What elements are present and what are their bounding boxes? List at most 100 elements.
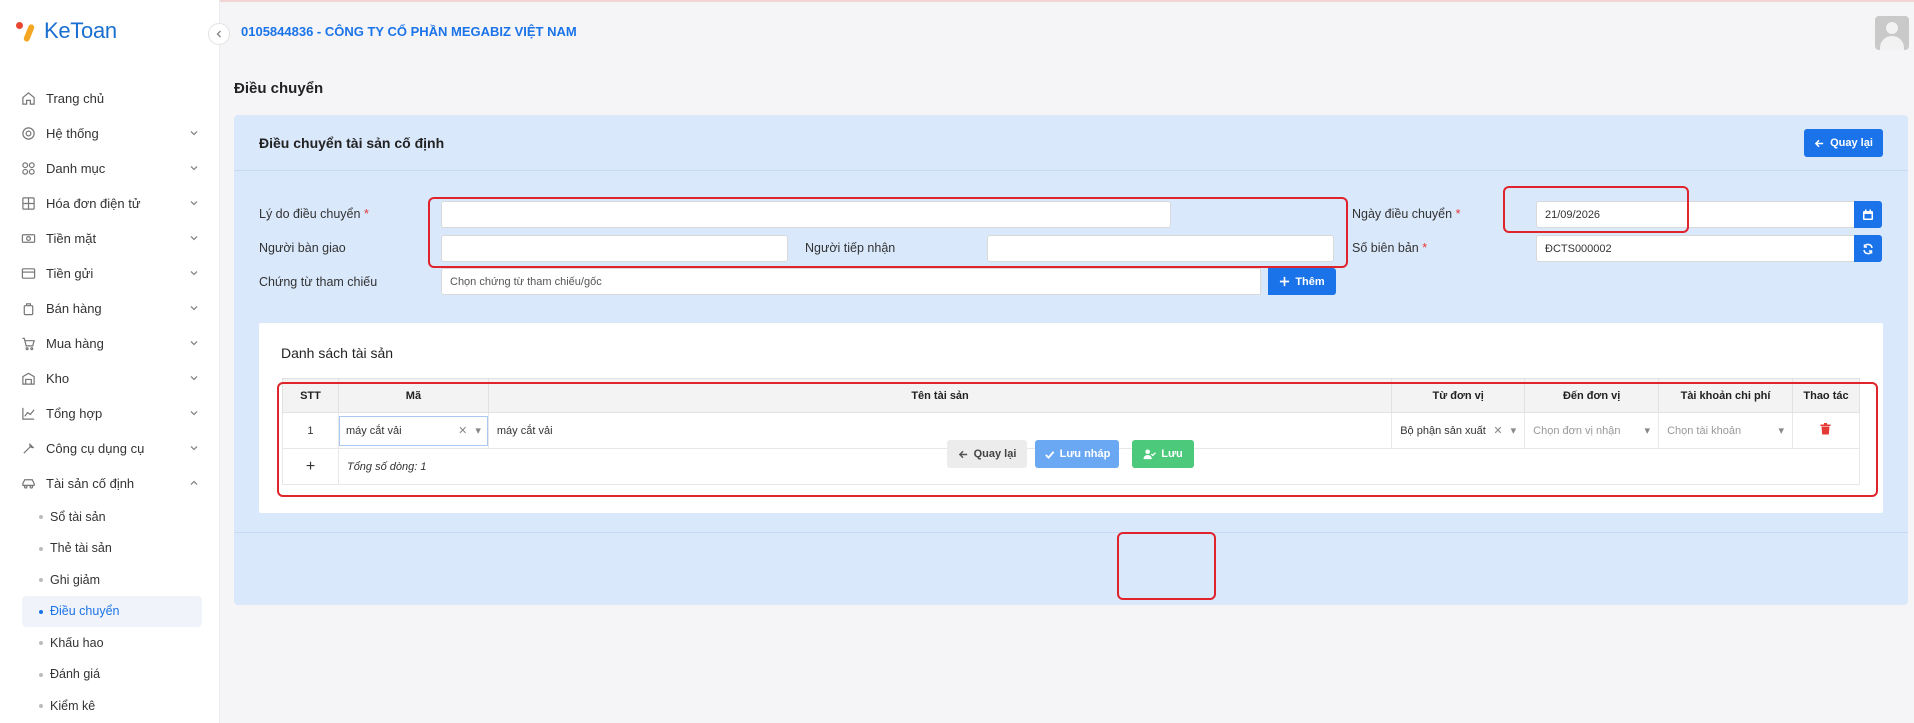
chevron-down-icon [190, 271, 198, 276]
sidebar-item-tools[interactable]: Công cụ dụng cụ [20, 431, 200, 466]
sidebar-item-purchase[interactable]: Mua hàng [20, 326, 200, 361]
to-unit-select[interactable]: Chọn đơn vị nhận ▾ [1524, 412, 1660, 449]
clear-icon[interactable]: ✕ [458, 424, 467, 437]
handover-input[interactable] [441, 235, 788, 262]
collapse-sidebar-button[interactable] [208, 23, 230, 45]
expense-account-select[interactable]: Chọn tài khoản ▾ [1658, 412, 1793, 449]
invoice-icon [20, 196, 36, 212]
asset-name-cell[interactable]: máy cắt vải [487, 412, 1393, 449]
column-header-asset-name: Tên tài sản [487, 378, 1393, 413]
required-mark: * [363, 207, 369, 221]
column-header-to-unit: Đến đơn vị [1524, 378, 1660, 413]
back-button-top[interactable]: Quay lại [1804, 129, 1883, 157]
required-mark: * [1455, 207, 1461, 221]
sidebar-item-label: Tiền gửi [46, 266, 94, 281]
sidebar-item-cash[interactable]: Tiền mặt [20, 221, 200, 256]
sidebar-item-deposit[interactable]: Tiền gửi [20, 256, 200, 291]
caret-down-icon: ▾ [1510, 425, 1517, 437]
chevron-down-icon [190, 131, 198, 136]
sidebar-item-warehouse[interactable]: Kho [20, 361, 200, 396]
chevron-down-icon [190, 201, 198, 206]
caret-down-icon: ▾ [1644, 425, 1651, 437]
add-reference-button[interactable]: Thêm [1268, 268, 1336, 295]
chevron-up-icon [190, 480, 198, 485]
chevron-down-icon [190, 166, 198, 171]
chevron-down-icon [190, 341, 198, 346]
receiver-label: Người tiếp nhận [805, 241, 896, 255]
save-draft-button[interactable]: Lưu nháp [1035, 440, 1119, 468]
footer-divider [234, 532, 1908, 533]
from-unit-select[interactable]: Bộ phận sản xuất ✕ ▾ [1391, 412, 1526, 449]
sidebar-item-system[interactable]: Hệ thống [20, 116, 200, 151]
reference-select[interactable]: Chọn chứng từ tham chiếu/gốc [441, 268, 1261, 295]
table-header-row: STT Mã Tên tài sản Từ đơn vị Đến đơn vị … [282, 378, 1861, 413]
code-select-value: máy cắt vải [345, 424, 402, 437]
caret-down-icon: ▾ [1778, 425, 1784, 437]
sidebar-item-label: Hệ thống [46, 126, 99, 141]
form-title: Điều chuyển tài sản cố định [259, 135, 445, 151]
submenu-asset-card[interactable]: Thẻ tài sản [36, 533, 200, 565]
sidebar-item-fixed-assets[interactable]: Tài sản cố định [20, 466, 200, 501]
cart-icon [20, 336, 36, 352]
sidebar-item-summary[interactable]: Tổng hợp [20, 396, 200, 431]
user-avatar[interactable] [1875, 16, 1909, 50]
submenu-depreciation[interactable]: Khấu hao [36, 627, 200, 659]
user-check-icon [1143, 448, 1157, 459]
bank-card-icon [20, 266, 36, 282]
company-name[interactable]: 0105844836 - CÔNG TY CỔ PHẦN MEGABIZ VIỆ… [241, 24, 577, 39]
delete-row-button[interactable] [1791, 412, 1861, 449]
fixed-assets-submenu: Sổ tài sản Thẻ tài sản Ghi giảm Điều chu… [20, 501, 202, 722]
sidebar-item-label: Hóa đơn điện tử [46, 196, 141, 211]
column-header-stt: STT [282, 378, 339, 413]
sidebar-item-sales[interactable]: Bán hàng [20, 291, 200, 326]
asset-table: STT Mã Tên tài sản Từ đơn vị Đến đơn vị … [282, 378, 1861, 485]
back-button-label: Quay lại [973, 448, 1017, 460]
cash-icon [20, 231, 36, 247]
sidebar-item-home[interactable]: Trang chủ [20, 81, 200, 116]
sidebar-item-label: Tài sản cố định [46, 476, 135, 491]
back-button[interactable]: Quay lại [947, 440, 1027, 468]
logo[interactable]: KeToan [16, 18, 117, 44]
save-button-label: Lưu [1161, 448, 1183, 460]
chevron-down-icon [190, 446, 198, 451]
clear-icon[interactable]: ✕ [1493, 424, 1502, 437]
reason-input[interactable] [441, 201, 1171, 228]
submenu-asset-ledger[interactable]: Sổ tài sản [36, 501, 200, 533]
save-button[interactable]: Lưu [1132, 440, 1194, 468]
submenu-inventory-check[interactable]: Kiểm kê [36, 690, 200, 722]
back-button-label: Quay lại [1830, 137, 1873, 149]
sidebar-item-einvoice[interactable]: Hóa đơn điện tử [20, 186, 200, 221]
sidebar-item-catalog[interactable]: Danh mục [20, 151, 200, 186]
chevron-down-icon [190, 236, 198, 241]
add-reference-label: Thêm [1295, 275, 1325, 288]
add-row-button[interactable]: + [282, 448, 339, 485]
sidebar-item-label: Bán hàng [46, 301, 102, 316]
sidebar-item-label: Công cụ dụng cụ [46, 441, 145, 456]
submenu-write-down[interactable]: Ghi giảm [36, 564, 200, 596]
sidebar-item-label: Tổng hợp [46, 406, 103, 421]
asset-list-card: Danh sách tài sản STT Mã Tên tài sản Từ … [259, 323, 1883, 513]
handover-label: Người bàn giao [259, 241, 346, 255]
submenu-transfer[interactable]: Điều chuyển [22, 595, 202, 627]
required-mark: * [1422, 241, 1428, 255]
record-number-label: Số biên bản * [1352, 241, 1427, 255]
caret-down-icon: ▾ [475, 425, 481, 437]
submenu-revaluation[interactable]: Đánh giá [36, 659, 200, 691]
date-label-text: Ngày điều chuyển [1352, 207, 1453, 221]
receiver-input[interactable] [987, 235, 1334, 262]
trash-icon [1820, 423, 1831, 435]
top-accent-line [0, 0, 1914, 2]
record-number-input[interactable]: ĐCTS000002 [1536, 235, 1856, 262]
calendar-icon [1863, 209, 1873, 220]
regenerate-number-button[interactable] [1854, 235, 1882, 262]
sidebar-item-label: Trang chủ [46, 91, 105, 106]
calendar-button[interactable] [1854, 201, 1882, 228]
sidebar-item-label: Kho [46, 371, 70, 386]
code-select[interactable]: máy cắt vải ✕ ▾ [338, 415, 488, 446]
refresh-icon [1863, 243, 1873, 254]
brand-name: KeToan [44, 18, 117, 43]
plus-icon [1280, 276, 1290, 287]
date-input[interactable]: 21/09/2026 [1536, 201, 1856, 228]
reference-label: Chứng từ tham chiếu [259, 275, 378, 289]
logo-mark-icon [16, 20, 38, 43]
